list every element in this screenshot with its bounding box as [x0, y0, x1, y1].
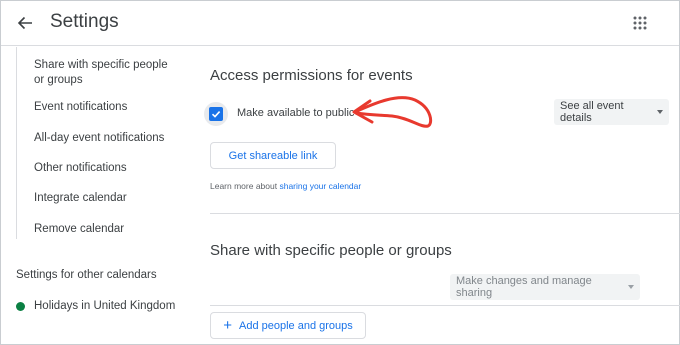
back-button[interactable]: [13, 11, 37, 35]
calendar-color-dot: [16, 301, 25, 311]
sidebar-item-holidays-uk[interactable]: Holidays in United Kingdom: [16, 300, 175, 312]
add-people-button[interactable]: + Add people and groups: [210, 312, 366, 339]
sidebar-item-label: Share with specific people: [34, 59, 168, 71]
event-details-select[interactable]: See all event details: [554, 99, 669, 125]
public-checkbox-label: Make available to public: [237, 107, 355, 119]
checkbox-checked: [209, 107, 223, 121]
get-shareable-link-button[interactable]: Get shareable link: [210, 142, 336, 169]
section-divider: [210, 213, 680, 214]
calendar-label: Holidays in United Kingdom: [34, 300, 176, 312]
main-content: Access permissions for events Make avail…: [190, 47, 680, 345]
arrow-back-icon: [17, 16, 32, 30]
share-specific-title: Share with specific people or groups: [210, 242, 452, 259]
learn-more-text: Learn more about sharing your calendar: [210, 181, 361, 191]
learn-more-prefix: Learn more about: [210, 181, 280, 191]
plus-icon: +: [223, 317, 232, 334]
caret-down-icon: [628, 285, 634, 289]
check-icon: [211, 111, 221, 118]
sidebar: Share with specific people or groups Eve…: [0, 47, 190, 345]
event-details-select-value: See all event details: [560, 100, 624, 124]
permission-select-value: Make changes and manage sharing: [456, 275, 592, 299]
sidebar-item-event-notifications[interactable]: Event notifications: [34, 100, 127, 115]
page-title: Settings: [50, 11, 119, 32]
access-permissions-title: Access permissions for events: [210, 67, 413, 84]
sidebar-item-label: or groups: [34, 74, 83, 86]
public-checkbox[interactable]: [204, 102, 228, 126]
sidebar-item-all-day-notifications[interactable]: All-day event notifications: [34, 131, 164, 146]
sidebar-item-remove-calendar[interactable]: Remove calendar: [34, 222, 124, 237]
apps-button[interactable]: [627, 10, 653, 36]
permission-row-divider: [210, 305, 680, 306]
apps-grid-icon: [633, 16, 647, 30]
other-calendars-heading: Settings for other calendars: [16, 269, 157, 281]
add-people-label: Add people and groups: [239, 319, 353, 332]
sidebar-item-other-notifications[interactable]: Other notifications: [34, 161, 127, 176]
caret-down-icon: [657, 110, 663, 114]
sidebar-item-share-specific[interactable]: Share with specific people or groups: [34, 58, 168, 88]
sharing-calendar-link[interactable]: sharing your calendar: [279, 181, 361, 191]
permission-select[interactable]: Make changes and manage sharing: [450, 274, 640, 300]
sidebar-item-integrate-calendar[interactable]: Integrate calendar: [34, 191, 127, 206]
calendar-settings-nav: Share with specific people or groups Eve…: [16, 47, 188, 239]
top-bar: Settings: [1, 1, 679, 46]
